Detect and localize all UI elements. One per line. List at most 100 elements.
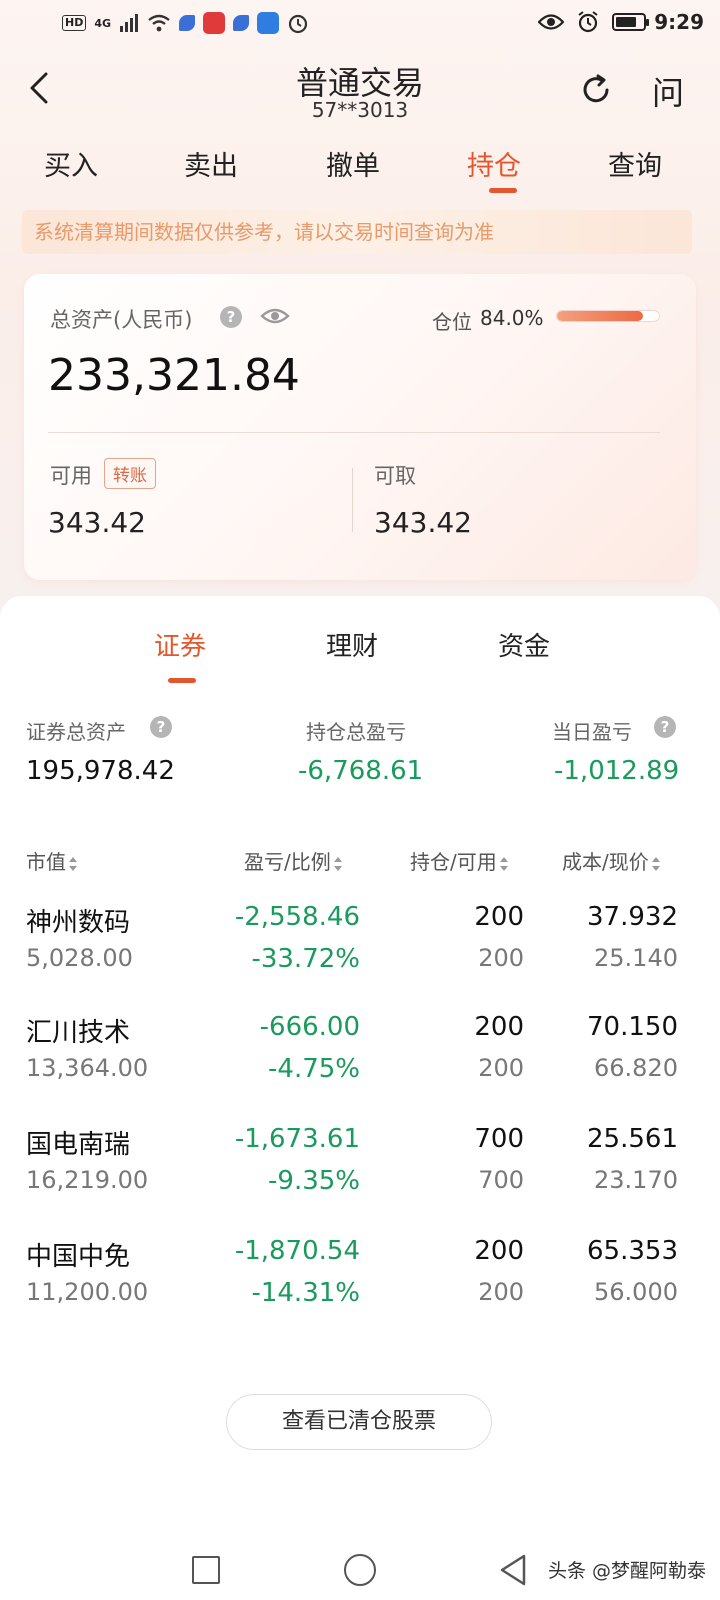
available-label: 可用 [50,464,92,488]
market-value: 5,028.00 [26,944,133,972]
tab-query[interactable]: 查询 [608,144,662,183]
eye-comfort-icon [538,14,564,30]
alarm-icon [288,14,308,34]
cost-price: 70.150 [587,1012,678,1042]
column-cost-price-label: 成本/现价 [562,850,649,874]
daily-pnl-value: -1,012.89 [554,756,680,786]
market-value: 16,219.00 [26,1166,149,1194]
card-vertical-divider [352,468,353,532]
sort-icon [333,856,342,871]
stock-name: 神州数码 [26,908,131,938]
card-divider [48,432,660,433]
app-icon-cat [257,12,280,34]
holding-pnl-value: -6,768.61 [298,756,424,786]
cost-price: 37.932 [587,902,678,932]
tab-buy[interactable]: 买入 [44,144,98,183]
home-icon[interactable] [344,1554,376,1586]
battery-fill [616,17,636,27]
available-qty: 200 [478,1054,524,1082]
pnl-ratio: -33.72% [251,944,360,974]
subtab-securities[interactable]: 证券 [154,626,206,663]
active-tab-indicator [489,188,517,193]
holding-qty: 200 [474,902,524,932]
column-holding-available[interactable]: 持仓/可用 [410,846,509,875]
ask-button[interactable]: 问 [652,68,684,114]
holding-qty: 200 [474,1236,524,1266]
holding-qty: 200 [474,1012,524,1042]
pnl-value: -2,558.46 [234,902,360,932]
column-holding-available-label: 持仓/可用 [410,850,497,874]
holding-row[interactable]: 国电南瑞 16,219.00 -1,673.61 -9.35% 700 700 … [0,1120,720,1224]
subtab-funds[interactable]: 资金 [498,626,550,663]
nav-back-icon[interactable] [496,1552,530,1588]
sort-icon [499,856,508,871]
pnl-ratio: -14.31% [251,1278,360,1308]
status-time: 9:29 [654,10,704,34]
active-subtab-indicator [168,678,196,683]
app-icon-blue [179,15,196,31]
recent-apps-icon[interactable] [192,1556,220,1584]
total-assets-value: 233,321.84 [48,350,300,401]
position-label: 仓位 [432,310,472,334]
column-market-value-label: 市值 [26,850,66,874]
holding-row[interactable]: 神州数码 5,028.00 -2,558.46 -33.72% 200 200 … [0,898,720,1002]
pnl-value: -1,870.54 [234,1236,360,1266]
battery-icon [612,13,649,31]
holdings-section: 证券 理财 资金 证券总资产 ? 持仓总盈亏 当日盈亏 ? 195,978.42… [0,596,720,1600]
alarm-clock-icon [578,11,598,33]
view-cleared-stocks-button[interactable]: 查看已清仓股票 [226,1394,492,1450]
column-cost-price[interactable]: 成本/现价 [562,846,661,875]
asset-card: 总资产(人民币) ? 仓位 84.0% 233,321.84 可用 转账 343… [24,274,696,580]
market-value: 13,364.00 [26,1054,149,1082]
holding-pnl-label: 持仓总盈亏 [306,720,406,744]
sort-icon [651,856,660,871]
current-price: 25.140 [594,944,678,972]
current-price: 23.170 [594,1166,678,1194]
app-header: 普通交易 57**3013 问 [0,50,720,128]
position-bar [556,310,660,322]
transfer-button[interactable]: 转账 [104,458,156,489]
stock-name: 中国中免 [26,1242,131,1272]
withdrawable-label: 可取 [374,464,416,488]
tab-cancel-order[interactable]: 撤单 [326,144,380,183]
status-right [538,10,649,34]
securities-help-icon[interactable]: ? [150,716,172,738]
signal-bars-icon [120,14,139,32]
signal-label: 4G [94,16,112,30]
total-assets-label: 总资产(人民币) [50,308,193,332]
available-qty: 700 [478,1166,524,1194]
wifi-icon [148,14,170,32]
holding-row[interactable]: 汇川技术 13,364.00 -666.00 -4.75% 200 200 70… [0,1008,720,1112]
daily-pnl-help-icon[interactable]: ? [654,716,676,738]
stock-name: 汇川技术 [26,1018,131,1048]
tab-sell[interactable]: 卖出 [184,144,238,183]
stock-name: 国电南瑞 [26,1130,131,1160]
pnl-ratio: -9.35% [268,1166,360,1196]
column-pnl-ratio[interactable]: 盈亏/比例 [244,846,343,875]
subtab-wealth[interactable]: 理财 [326,626,378,663]
system-nav-bar: 头条 @梦醒阿勒泰 [0,1540,720,1600]
sort-icon [69,856,77,871]
help-icon[interactable]: ? [220,306,242,328]
pnl-ratio: -4.75% [268,1054,360,1084]
securities-total-value: 195,978.42 [26,756,175,786]
pnl-value: -1,673.61 [234,1124,360,1154]
column-pnl-ratio-label: 盈亏/比例 [244,850,331,874]
refresh-icon[interactable] [578,72,614,108]
position-bar-fill [557,311,643,321]
eye-icon[interactable] [260,304,290,328]
daily-pnl-label: 当日盈亏 [552,720,632,744]
current-price: 66.820 [594,1054,678,1082]
position-value: 84.0% [480,306,544,330]
app-icon-blue-2 [233,15,250,31]
settlement-notice: 系统清算期间数据仅供参考，请以交易时间查询为准 [22,210,692,254]
column-market-value[interactable]: 市值 [26,846,78,875]
current-price: 56.000 [594,1278,678,1306]
withdrawable-value: 343.42 [374,506,472,539]
app-icon-red [203,12,226,34]
status-bar: HD 4G 9:29 [0,0,720,46]
holding-qty: 700 [474,1124,524,1154]
holding-row[interactable]: 中国中免 11,200.00 -1,870.54 -14.31% 200 200… [0,1232,720,1336]
securities-total-label: 证券总资产 [26,720,126,744]
tab-holdings[interactable]: 持仓 [467,144,521,183]
